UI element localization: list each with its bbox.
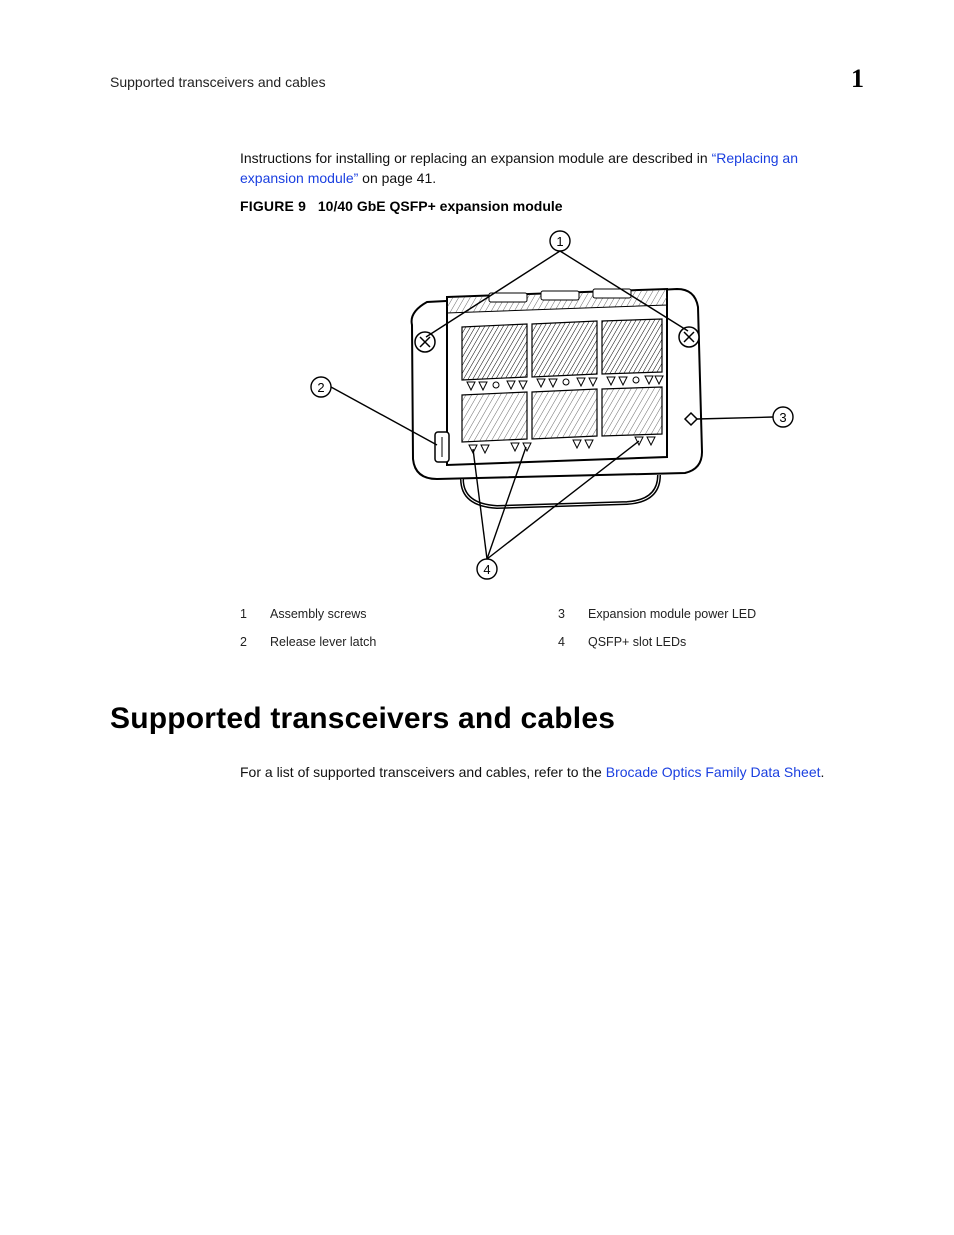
running-header: Supported transceivers and cables 1 — [110, 60, 864, 98]
callout-1: 1 — [556, 234, 563, 249]
legend-1-num: 1 — [240, 605, 258, 623]
qsfp-module-illustration: 1 2 3 4 — [297, 227, 807, 587]
section-text-suffix: . — [821, 764, 825, 780]
figure-caption: FIGURE 9 10/40 GbE QSFP+ expansion modul… — [240, 196, 864, 216]
section-text-prefix: For a list of supported transceivers and… — [240, 764, 606, 780]
legend-2-num: 2 — [240, 633, 258, 651]
section-paragraph: For a list of supported transceivers and… — [240, 762, 864, 782]
section-title: Supported transceivers and cables — [110, 697, 864, 741]
legend-4-num: 4 — [558, 633, 576, 651]
figure-diagram: 1 2 3 4 — [297, 227, 807, 587]
legend-2-text: Release lever latch — [270, 633, 546, 651]
intro-text: Instructions for installing or replacing… — [240, 150, 712, 166]
legend-3-text: Expansion module power LED — [588, 605, 864, 623]
intro-suffix: on page 41. — [358, 170, 436, 186]
intro-paragraph: Instructions for installing or replacing… — [240, 148, 864, 189]
chapter-number: 1 — [851, 60, 864, 98]
legend-1-text: Assembly screws — [270, 605, 546, 623]
figure-legend: 1 Assembly screws 3 Expansion module pow… — [240, 605, 864, 651]
callout-3: 3 — [779, 410, 786, 425]
callout-4: 4 — [483, 562, 490, 577]
legend-4-text: QSFP+ slot LEDs — [588, 633, 864, 651]
callout-2: 2 — [317, 380, 324, 395]
figure-title: 10/40 GbE QSFP+ expansion module — [318, 198, 563, 214]
brocade-datasheet-link[interactable]: Brocade Optics Family Data Sheet — [606, 764, 821, 780]
legend-3-num: 3 — [558, 605, 576, 623]
running-header-title: Supported transceivers and cables — [110, 72, 326, 92]
figure-label: FIGURE 9 — [240, 196, 314, 216]
